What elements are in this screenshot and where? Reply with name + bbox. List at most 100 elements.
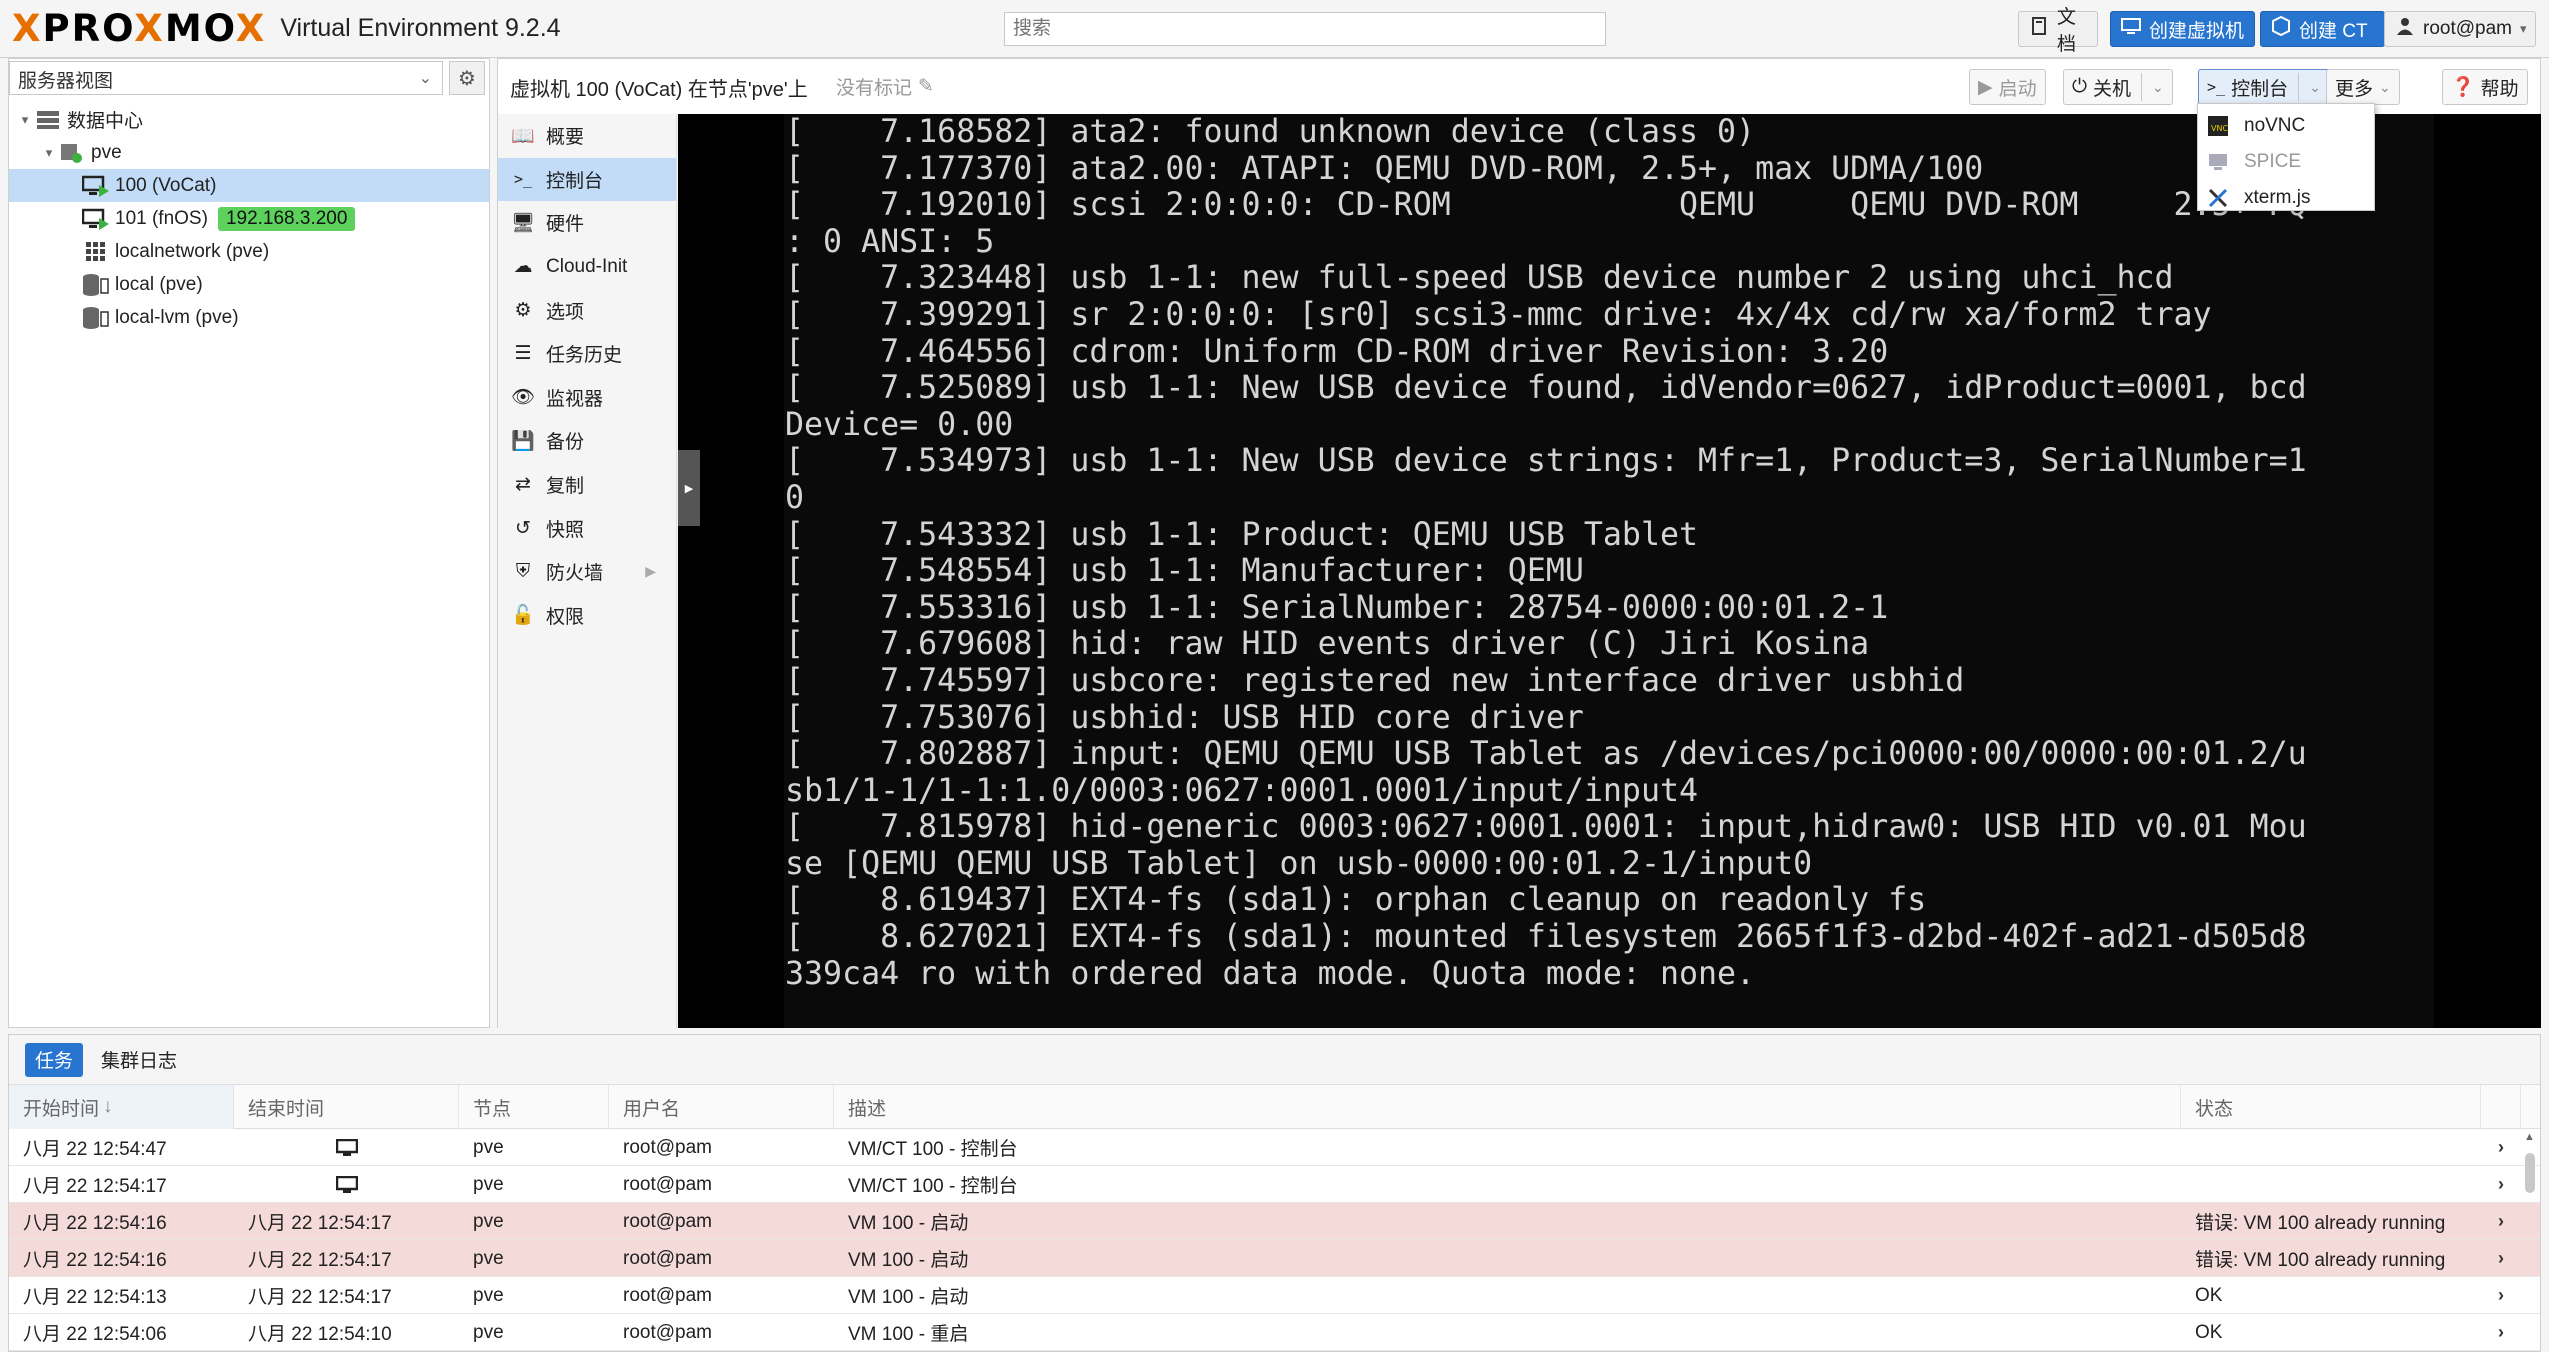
- chevron-down-icon[interactable]: ⌄: [2152, 79, 2164, 96]
- desktop-icon: [2121, 16, 2141, 42]
- nav-console[interactable]: >_ 控制台: [498, 157, 676, 202]
- xterm-icon: [2206, 186, 2230, 210]
- cell-description: VM/CT 100 - 控制台: [848, 1139, 1018, 1160]
- cell-user: root@pam: [623, 1247, 712, 1269]
- scrollbar-thumb[interactable]: [2525, 1153, 2535, 1193]
- help-button[interactable]: ❓ 帮助: [2442, 69, 2528, 105]
- nav-summary[interactable]: 📖 概要: [498, 114, 676, 158]
- chevron-right-icon[interactable]: ›: [2481, 1314, 2521, 1351]
- tags-editor[interactable]: 没有标记 ✎: [836, 73, 934, 100]
- nav-replication[interactable]: ⇄ 复制: [498, 463, 676, 507]
- shutdown-label: 关机: [2093, 78, 2132, 100]
- table-row[interactable]: 八月 22 12:54:16 八月 22 12:54:17 pve root@pam V…: [9, 1240, 2540, 1277]
- cell-start-time: 八月 22 12:54:16: [23, 1213, 167, 1234]
- chevron-right-icon[interactable]: ›: [2481, 1240, 2521, 1277]
- unlock-icon: 🔓: [511, 605, 535, 627]
- cell-start-time: 八月 22 12:54:06: [23, 1324, 167, 1345]
- task-panel-tabs: 任务 集群日志: [9, 1035, 2540, 1085]
- task-list-scrollbar[interactable]: ▲: [2522, 1131, 2538, 1351]
- pencil-icon[interactable]: ✎: [918, 75, 934, 98]
- gear-icon: ⚙: [458, 67, 476, 90]
- more-button[interactable]: 更多 ⌄: [2326, 69, 2400, 105]
- cell-end-time: 八月 22 12:54:10: [248, 1324, 392, 1345]
- chevron-right-icon[interactable]: ›: [2481, 1203, 2521, 1240]
- column-node[interactable]: 节点: [459, 1085, 609, 1129]
- cell-description: VM 100 - 启动: [848, 1250, 969, 1271]
- nav-snapshots[interactable]: ↺ 快照: [498, 506, 676, 550]
- menu-item-novnc[interactable]: VNC noVNC: [2198, 108, 2374, 144]
- sort-desc-icon: ↓: [103, 1096, 113, 1117]
- search-input[interactable]: [1004, 12, 1606, 46]
- monitor-icon: [234, 1129, 459, 1166]
- chevron-right-icon[interactable]: ›: [2481, 1166, 2521, 1203]
- more-label: 更多: [2335, 78, 2374, 100]
- scroll-up-icon[interactable]: ▲: [2524, 1131, 2535, 1143]
- nav-cloud-init[interactable]: ☁ Cloud-Init: [498, 245, 676, 289]
- server-icon: [33, 108, 63, 132]
- terminal-icon: >_: [2207, 78, 2226, 96]
- tree-item-label: local-lvm (pve): [115, 306, 239, 328]
- vm-terminal[interactable]: [ 7.168582] ata2: found unknown device (…: [784, 114, 2434, 1028]
- user-menu-button[interactable]: root@pam ▾: [2384, 11, 2536, 47]
- table-row[interactable]: 八月 22 12:54:17 pve root@pam VM/CT 100 - 控制台…: [9, 1166, 2540, 1203]
- chevron-down-icon: ⌄: [2379, 78, 2391, 95]
- chevron-right-icon[interactable]: ›: [2481, 1277, 2521, 1314]
- console-button[interactable]: >_ 控制台 ⌄: [2198, 69, 2330, 105]
- cell-user: root@pam: [623, 1173, 712, 1195]
- nav-firewall[interactable]: ⛨ 防火墙 ▶: [498, 550, 676, 594]
- chevron-down-icon[interactable]: ⌄: [2309, 79, 2321, 96]
- nav-backup[interactable]: 💾 备份: [498, 419, 676, 463]
- table-row[interactable]: 八月 22 12:54:13 八月 22 12:54:17 pve root@pam V…: [9, 1277, 2540, 1314]
- shield-icon: ⛨: [515, 560, 531, 582]
- spice-icon: [2206, 150, 2230, 174]
- table-row[interactable]: 八月 22 12:54:47 pve root@pam VM/CT 100 - 控制台…: [9, 1129, 2540, 1166]
- chevron-right-icon[interactable]: ›: [2481, 1129, 2521, 1166]
- nav-task-history[interactable]: ☰ 任务历史: [498, 332, 676, 376]
- tree-settings-button[interactable]: ⚙: [449, 61, 485, 95]
- collapse-nav-handle[interactable]: ▶: [678, 450, 700, 526]
- desktop-icon: 🖥: [510, 212, 536, 234]
- column-end-time[interactable]: 结束时间: [234, 1085, 459, 1129]
- nav-permissions[interactable]: 🔓 权限: [498, 594, 676, 638]
- docs-label: 文档: [2057, 7, 2077, 55]
- table-row[interactable]: 八月 22 12:54:06 八月 22 12:54:10 pve root@pam V…: [9, 1314, 2540, 1351]
- user-label: root@pam: [2423, 18, 2512, 39]
- tree-item-datacenter[interactable]: ▾ 数据中心: [9, 103, 489, 136]
- tab-tasks[interactable]: 任务: [25, 1042, 84, 1077]
- create-ct-button[interactable]: 创建 CT: [2260, 11, 2385, 47]
- product-version: Virtual Environment 9.2.4: [280, 13, 561, 42]
- docs-button[interactable]: 文档: [2018, 7, 2098, 55]
- create-vm-button[interactable]: 创建虚拟机: [2110, 11, 2255, 47]
- vm-running-icon: [81, 174, 111, 198]
- nav-monitor[interactable]: 👁 监视器: [498, 376, 676, 420]
- proxmox-logo[interactable]: XPROXMOX Virtual Environment 9.2.4: [12, 6, 561, 50]
- expander-icon[interactable]: ▾: [41, 145, 57, 161]
- view-selector[interactable]: 服务器视图 ⌄: [9, 61, 443, 95]
- tree-item-storage-local[interactable]: local (pve): [9, 268, 489, 301]
- nav-options[interactable]: ⚙ 选项: [498, 288, 676, 332]
- tree-item-node[interactable]: ▾ pve: [9, 136, 489, 169]
- menu-item-label: noVNC: [2244, 115, 2306, 136]
- play-icon: ▶: [1978, 76, 1993, 98]
- column-user[interactable]: 用户名: [609, 1085, 834, 1129]
- menu-item-spice[interactable]: SPICE: [2198, 144, 2374, 180]
- expander-icon[interactable]: ▾: [17, 112, 33, 128]
- cell-status: [2181, 1166, 2481, 1203]
- tree-item-vm-101[interactable]: 101 (fnOS) 192.168.3.200: [9, 202, 489, 235]
- nav-hardware[interactable]: 🖥 硬件: [498, 201, 676, 245]
- column-description[interactable]: 描述: [834, 1085, 2181, 1129]
- task-table-body: 八月 22 12:54:47 pve root@pam VM/CT 100 - 控制台…: [9, 1129, 2540, 1351]
- column-start-time[interactable]: 开始时间 ↓: [9, 1085, 234, 1129]
- table-row[interactable]: 八月 22 12:54:16 八月 22 12:54:17 pve root@pam V…: [9, 1203, 2540, 1240]
- menu-item-xterm[interactable]: xterm.js: [2198, 180, 2374, 216]
- start-button[interactable]: ▶ 启动: [1969, 69, 2046, 105]
- tab-cluster-log[interactable]: 集群日志: [91, 1043, 187, 1077]
- tree-item-storage-lvm[interactable]: local-lvm (pve): [9, 301, 489, 334]
- tree-item-network[interactable]: localnetwork (pve): [9, 235, 489, 268]
- cell-description: VM 100 - 启动: [848, 1213, 969, 1234]
- tree-item-label: 101 (fnOS): [115, 207, 208, 229]
- tree-item-vm-100[interactable]: 100 (VoCat): [9, 169, 489, 202]
- shutdown-button[interactable]: ⏻ 关机 ⌄: [2063, 69, 2173, 105]
- cell-node: pve: [473, 1247, 504, 1269]
- column-status[interactable]: 状态: [2181, 1085, 2481, 1129]
